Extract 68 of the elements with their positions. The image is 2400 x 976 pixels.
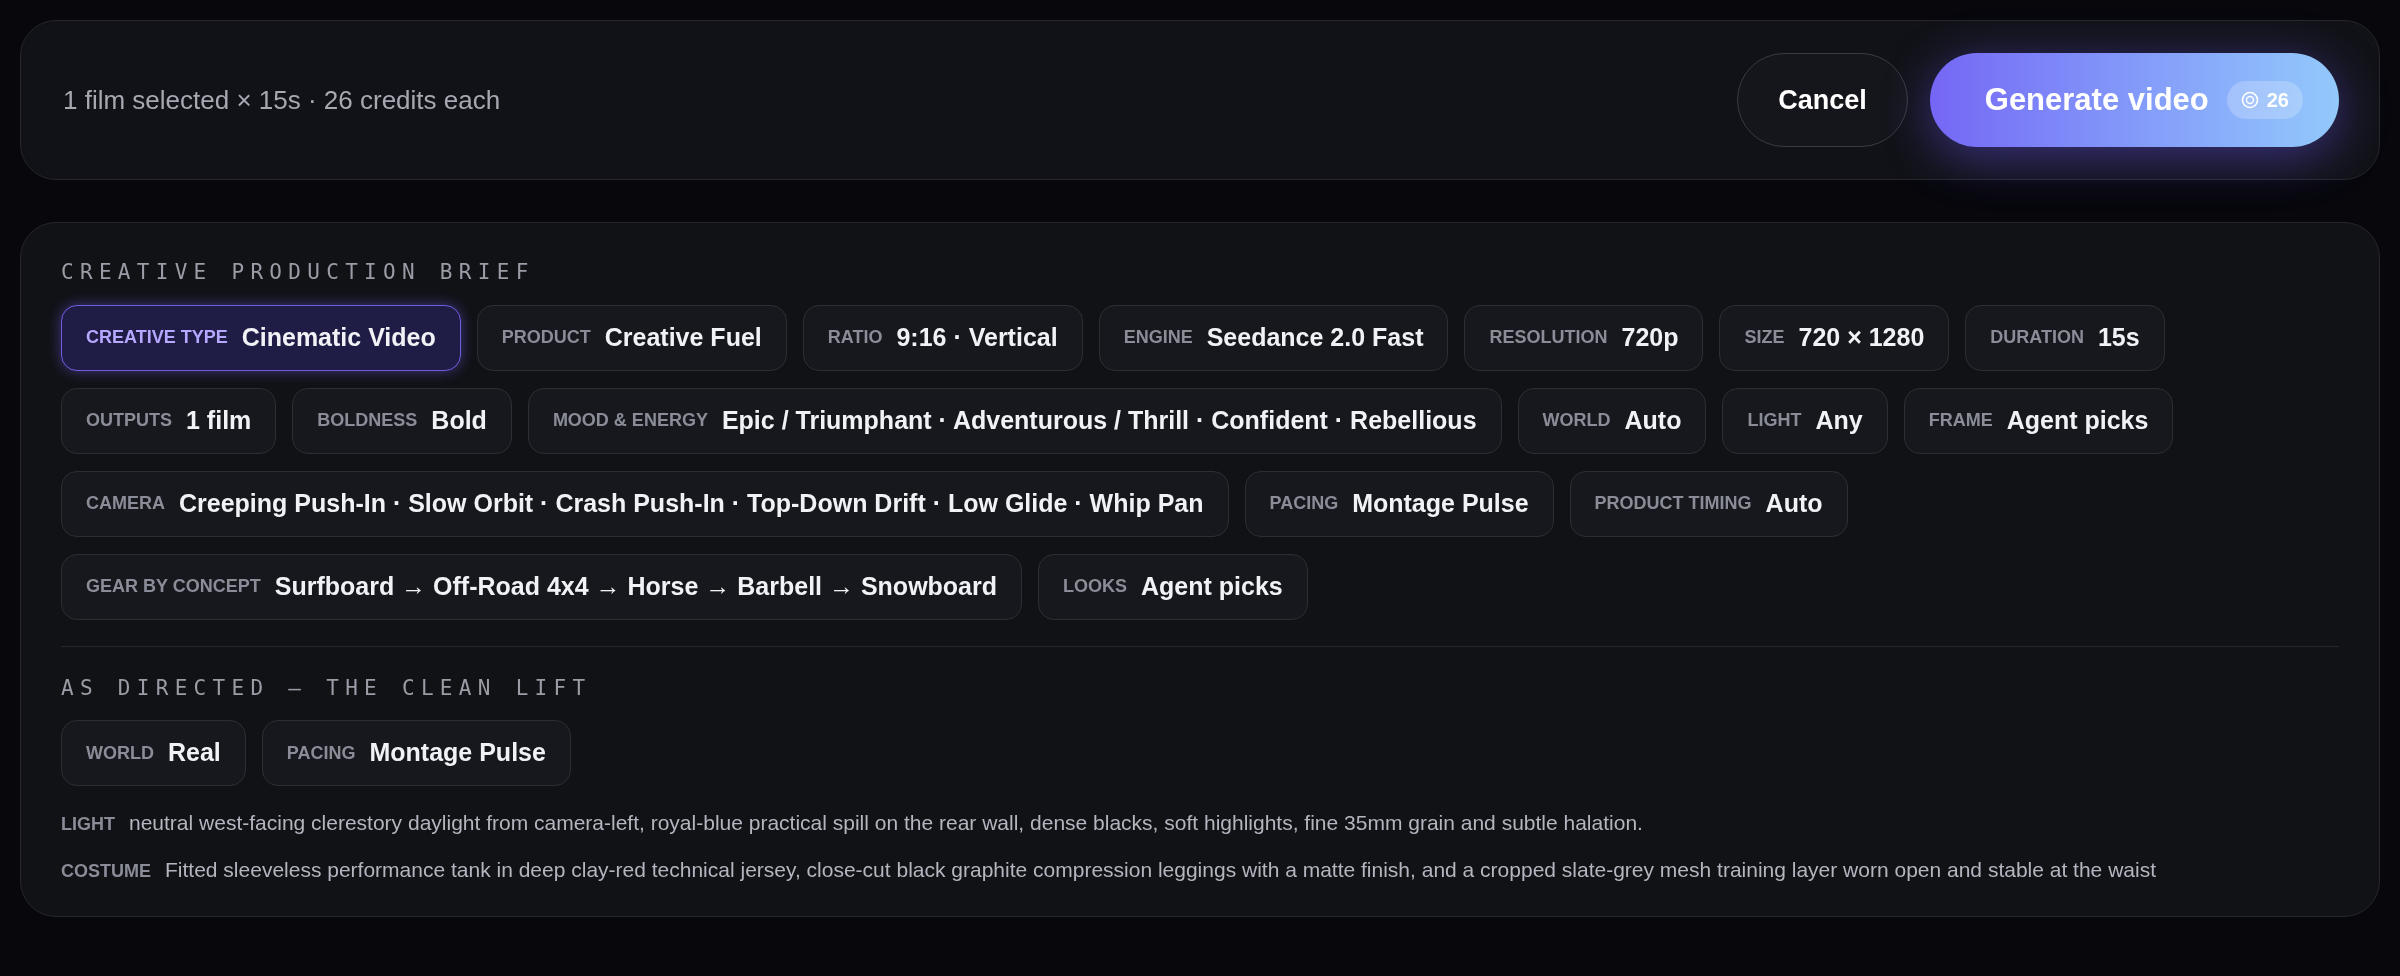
chip-value: Bold	[431, 404, 487, 436]
selection-summary: 1 film selected × 15s · 26 credits each	[63, 83, 501, 117]
chip-value: Agent picks	[1141, 570, 1283, 602]
section-title: AS DIRECTED — THE CLEAN LIFT	[61, 674, 593, 702]
chip-value: Auto	[1624, 404, 1682, 436]
brief-chip[interactable]: PRODUCT Creative Fuel	[476, 304, 787, 371]
chip-label: CAMERA	[86, 492, 165, 515]
brief-chip[interactable]: PACING Montage Pulse	[1244, 470, 1554, 537]
chip-label: RESOLUTION	[1489, 326, 1608, 349]
chip-label: PACING	[1269, 492, 1339, 515]
brief-chip[interactable]: OUTPUTS 1 film	[61, 387, 277, 454]
chip-label: ENGINE	[1123, 326, 1193, 349]
chip-label: BOLDNESS	[317, 409, 418, 432]
chip-value: 15s	[2097, 321, 2140, 353]
chip-label: DURATION	[1990, 326, 2084, 349]
chip-value: 720p	[1621, 321, 1679, 353]
credit-count: 26	[2266, 88, 2289, 113]
brief-chip[interactable]: GEAR BY CONCEPT Surfboard → Off-Road 4x4 → Horse → Barbell → Snowboard	[61, 553, 1023, 620]
chip-value: Auto	[1765, 487, 1823, 519]
chip-value: Agent picks	[2006, 404, 2149, 436]
brief-chip[interactable]: PRODUCT TIMING Auto	[1569, 470, 1848, 537]
chip-value: Seedance 2.0 Fast	[1206, 321, 1424, 353]
brief-chip[interactable]: CAMERA Creeping Push-In · Slow Orbit · Crash Push-In · Top-Down Drift · Low Glide · Whip Pan	[61, 470, 1229, 537]
chip-label: WORLD	[1542, 409, 1611, 432]
chip-value: 9:16 · Vertical	[896, 321, 1058, 353]
chip-label: RATIO	[827, 326, 883, 349]
brief-chip[interactable]: WORLD Auto	[1517, 387, 1707, 454]
chip-label: LIGHT	[1747, 409, 1802, 432]
chip-value: Montage Pulse	[1352, 487, 1529, 519]
brief-chip[interactable]: FRAME Agent picks	[1903, 387, 2174, 454]
brief-chip[interactable]: WORLD Real	[61, 720, 246, 786]
brief-chip[interactable]: ENGINE Seedance 2.0 Fast	[1098, 304, 1449, 371]
chip-value: Creeping Push-In · Slow Orbit · Crash Push-In · Top-Down Drift · Low Glide · Whip Pan	[179, 487, 1204, 519]
chip-label: OUTPUTS	[86, 409, 172, 432]
chip-value: Real	[168, 737, 221, 769]
chip-label: PRODUCT TIMING	[1594, 492, 1752, 515]
brief-chip[interactable]: LOOKS Agent picks	[1038, 553, 1308, 620]
chip-value: Cinematic Video	[241, 321, 436, 353]
section-title: CREATIVE PRODUCTION BRIEF	[61, 259, 536, 286]
direction-note: COSTUME Fitted sleeveless performance tank in deep clay-red technical jersey, close-cut black graphite compression leggings with a matte finish, and a cropped slate-grey mesh training layer worn open and stable at the waist	[61, 857, 2157, 883]
brief-chip[interactable]: RATIO 9:16 · Vertical	[802, 304, 1083, 371]
chip-value: Epic / Triumphant · Adventurous / Thrill · Confident · Rebellious	[721, 404, 1477, 436]
direction-note: LIGHT neutral west-facing clerestory daylight from camera-left, royal-blue practical spill on the rear wall, dense blacks, soft highlights, fine 35mm grain and subtle halation.	[61, 810, 1644, 836]
chip-label: SIZE	[1744, 326, 1785, 349]
chip-value: 1 film	[186, 404, 252, 436]
brief-chip[interactable]: DURATION 15s	[1965, 304, 2165, 371]
brief-chip[interactable]: MOOD & ENERGY Epic / Triumphant · Adventurous / Thrill · Confident · Rebellious	[527, 387, 1502, 454]
brief-chip[interactable]: CREATIVE TYPE Cinematic Video	[61, 304, 461, 371]
brief-chip[interactable]: SIZE 720 × 1280	[1719, 304, 1950, 371]
chip-label: CREATIVE TYPE	[86, 326, 228, 349]
chip-label: WORLD	[86, 741, 154, 765]
chip-value: Montage Pulse	[369, 737, 546, 769]
chip-label: FRAME	[1928, 409, 1993, 432]
chip-value: Surfboard → Off-Road 4x4 → Horse → Barbell → Snowboard	[274, 570, 998, 602]
chip-value: Creative Fuel	[604, 321, 762, 353]
chip-label: PRODUCT	[501, 326, 591, 349]
chip-value: Any	[1815, 404, 1863, 436]
brief-chip[interactable]: LIGHT Any	[1722, 387, 1888, 454]
cancel-button[interactable]: Cancel	[1737, 53, 1908, 147]
chip-label: PACING	[286, 741, 356, 765]
brief-chip[interactable]: BOLDNESS Bold	[292, 387, 512, 454]
chip-label: LOOKS	[1063, 575, 1128, 598]
brief-chip[interactable]: RESOLUTION 720p	[1464, 304, 1704, 371]
chip-value: 720 × 1280	[1798, 321, 1925, 353]
coin-icon	[2240, 91, 2259, 109]
chip-label: GEAR BY CONCEPT	[86, 575, 261, 598]
chip-label: MOOD & ENERGY	[552, 409, 708, 432]
brief-chip[interactable]: PACING Montage Pulse	[261, 720, 571, 786]
